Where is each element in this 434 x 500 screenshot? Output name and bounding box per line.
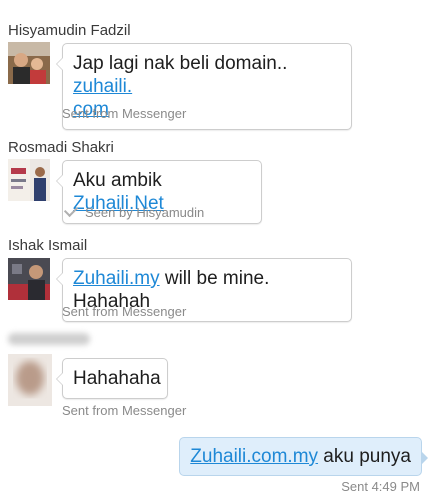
sender-name: Hisyamudin Fadzil xyxy=(8,22,131,39)
sender-name-blurred xyxy=(8,333,90,345)
message-meta: Sent from Messenger xyxy=(62,403,187,418)
seen-text: Seen by Hisyamudin xyxy=(85,205,205,220)
avatar-photo-icon xyxy=(8,258,50,300)
avatar-photo-icon xyxy=(8,159,50,201)
message-text: Jap lagi nak beli domain.. xyxy=(73,53,288,74)
avatar-photo-icon xyxy=(8,42,50,84)
sender-name: Ishak Ismail xyxy=(8,237,88,254)
seen-status: Seen by Hisyamudin xyxy=(63,202,205,220)
message-text: aku punya xyxy=(318,446,411,467)
message-meta: Sent from Messenger xyxy=(62,106,187,121)
message-link[interactable]: Zuhaili.my xyxy=(73,268,160,289)
checkmark-icon xyxy=(63,202,79,218)
message-link[interactable]: Zuhaili.com.my xyxy=(190,446,318,467)
avatar[interactable] xyxy=(8,42,50,84)
message-bubble[interactable]: Hahahaha xyxy=(56,358,168,399)
avatar[interactable] xyxy=(8,354,52,406)
message-text: Aku ambik xyxy=(73,170,162,191)
avatar-photo-icon xyxy=(8,354,52,406)
avatar[interactable] xyxy=(8,159,50,201)
message-link[interactable]: zuhaili. xyxy=(73,76,132,97)
message-meta: Sent from Messenger xyxy=(62,304,187,319)
own-message-bubble[interactable]: Zuhaili.com.my aku punya xyxy=(179,437,428,476)
message-text: Hahahaha xyxy=(73,368,161,389)
sender-name: Rosmadi Shakri xyxy=(8,139,114,156)
avatar[interactable] xyxy=(8,258,50,300)
sent-timestamp: Sent 4:49 PM xyxy=(341,479,420,494)
